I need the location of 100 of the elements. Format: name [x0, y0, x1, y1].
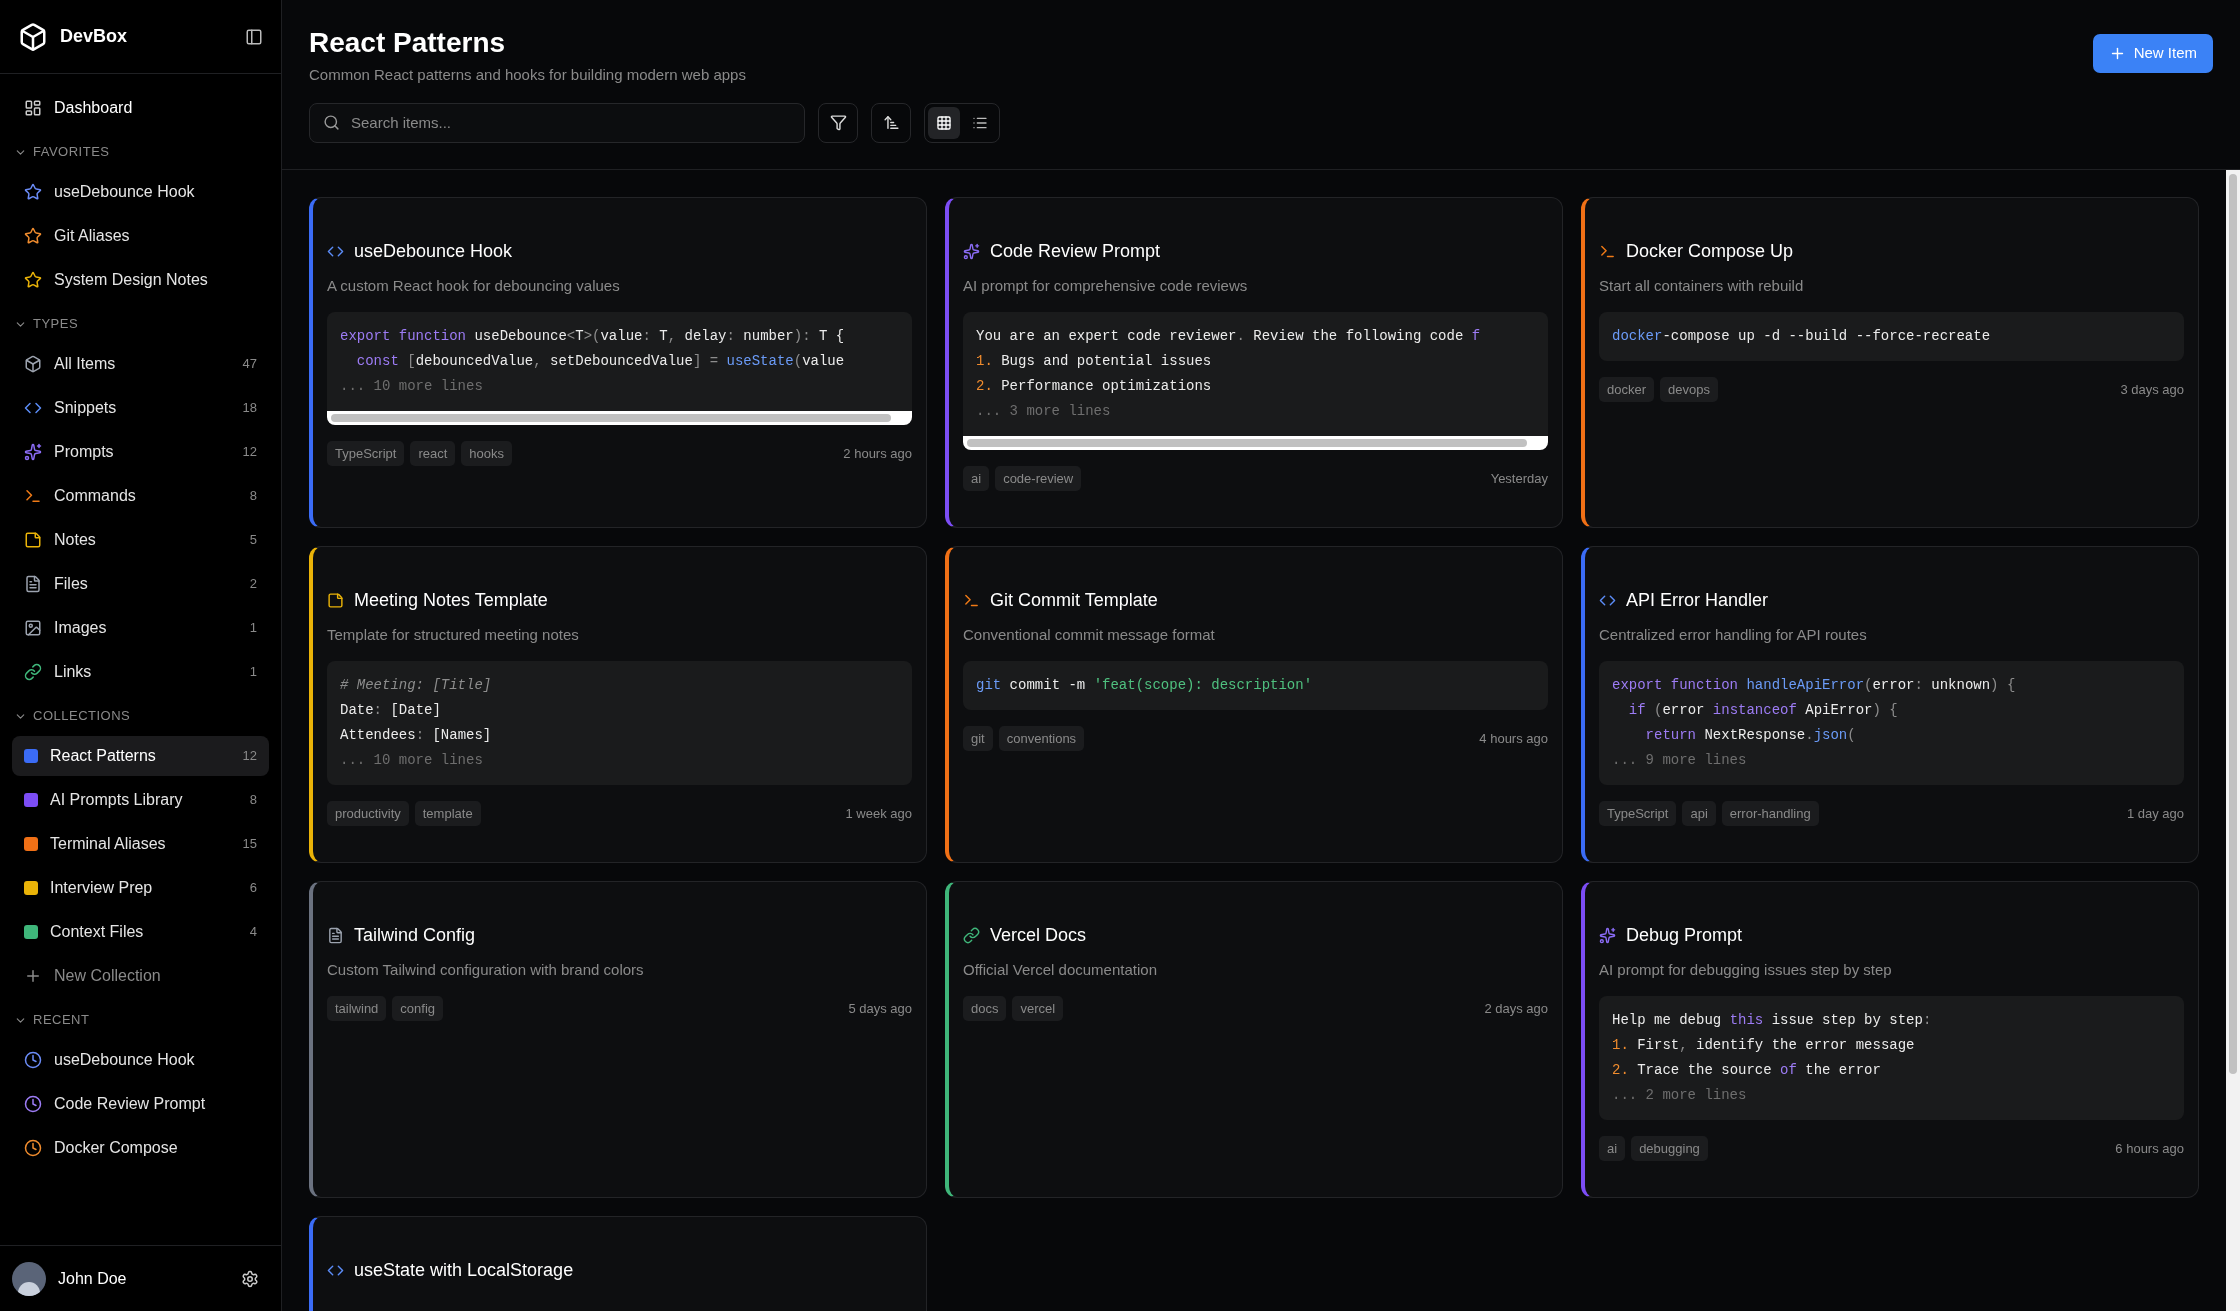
scrollbar[interactable]: [2226, 170, 2240, 1311]
sidebar-item[interactable]: All Items 47: [12, 344, 269, 384]
timestamp: 6 hours ago: [2115, 1139, 2184, 1158]
new-item-button[interactable]: New Item: [2092, 34, 2213, 73]
code-line: const [debouncedValue, setDebouncedValue] = useState(value: [355, 351, 846, 371]
filter-icon: [829, 114, 847, 131]
new-collection-button[interactable]: New Collection: [12, 956, 269, 996]
settings-icon[interactable]: [241, 1269, 259, 1288]
sidebar-item[interactable]: Dashboard: [12, 88, 269, 128]
code-line: Help me debug this issue step by step:: [1612, 1010, 1933, 1030]
tag[interactable]: git: [963, 725, 993, 751]
grid-view-button[interactable]: [928, 106, 960, 139]
section-header[interactable]: COLLECTIONS: [0, 696, 281, 736]
search-field[interactable]: Search items...: [309, 102, 805, 143]
card-description: Centralized error handling for API routes: [1599, 625, 1868, 645]
tag[interactable]: devops: [1660, 376, 1718, 402]
sidebar-item[interactable]: Snippets 18: [12, 388, 269, 428]
sidebar-item[interactable]: Git Aliases: [12, 216, 269, 256]
item-card[interactable]: Git Commit Template Conventional commit message format git commit -m 'feat(scope): description' git conventions 4 hours ago: [945, 546, 1563, 863]
sort-button[interactable]: [871, 102, 911, 143]
card-description: Conventional commit message format: [963, 625, 1216, 645]
card-title: Docker Compose Up: [1626, 240, 1794, 263]
tag[interactable]: TypeScript: [1599, 800, 1677, 826]
code-line: Date: [Date]: [340, 700, 442, 720]
tag[interactable]: tailwind: [327, 995, 387, 1021]
item-card[interactable]: Tailwind Config Custom Tailwind configuration with brand colors tailwind config 5 days ago: [309, 881, 927, 1198]
section-header[interactable]: RECENT: [0, 1000, 281, 1040]
sidebar-item[interactable]: useDebounce Hook: [12, 172, 269, 212]
terminal-icon: [24, 487, 42, 505]
tag[interactable]: TypeScript: [327, 440, 405, 466]
section-title: FAVORITES: [33, 143, 110, 162]
sidebar-item[interactable]: Images 1: [12, 608, 269, 648]
filter-button[interactable]: [818, 102, 858, 143]
sidebar-item[interactable]: useDebounce Hook: [12, 1040, 269, 1080]
item-count: 12: [242, 443, 257, 462]
item-count: 1: [249, 619, 257, 638]
card-description: A custom React hook for debouncing values: [327, 276, 621, 296]
avatar[interactable]: [12, 1261, 46, 1296]
tag[interactable]: error-handling: [1721, 800, 1819, 826]
section-header[interactable]: TYPES: [0, 304, 281, 344]
item-card[interactable]: [309, 197, 927, 528]
item-card[interactable]: Docker Compose Up Start all containers with rebuild docker-compose up -d --build --force-recreate docker devops 3 days ago: [1581, 197, 2199, 528]
tag[interactable]: config: [392, 995, 444, 1021]
terminal-icon: [1599, 243, 1616, 260]
image-icon: [24, 619, 42, 637]
code-line: return NextResponse.json(: [1644, 725, 1857, 745]
sidebar-item[interactable]: System Design Notes: [12, 260, 269, 300]
tag[interactable]: code-review: [995, 465, 1082, 491]
tag[interactable]: template: [414, 800, 481, 826]
file-icon: [327, 927, 344, 944]
search-icon: [323, 113, 340, 131]
card-description: Start all containers with rebuild: [1599, 276, 1805, 296]
tag[interactable]: docker: [1599, 376, 1655, 402]
item-card[interactable]: useState with LocalStorage: [309, 1216, 927, 1311]
collapse-sidebar-icon[interactable]: [245, 27, 263, 46]
sidebar-item[interactable]: Terminal Aliases 15: [12, 824, 269, 864]
card-title: useState with LocalStorage: [354, 1259, 574, 1282]
sidebar-item[interactable]: Files 2: [12, 564, 269, 604]
tag[interactable]: conventions: [998, 725, 1085, 751]
card-description: AI prompt for debugging issues step by step: [1599, 960, 1893, 980]
code-line: export function handleApiError(error: unknown) {: [1612, 675, 2017, 695]
item-card[interactable]: Vercel Docs Official Vercel documentation docs vercel 2 days ago: [945, 881, 1563, 1198]
tag[interactable]: docs: [963, 995, 1007, 1021]
sidebar-item[interactable]: Code Review Prompt: [12, 1084, 269, 1124]
tag[interactable]: api: [1682, 800, 1716, 826]
horizontal-scrollbar[interactable]: [327, 410, 912, 425]
sidebar-item[interactable]: Prompts 12: [12, 432, 269, 472]
tag[interactable]: debugging: [1631, 1135, 1708, 1161]
sidebar-item[interactable]: Commands 8: [12, 476, 269, 516]
sidebar-item[interactable]: React Patterns 12: [12, 736, 269, 776]
item-count: 6: [249, 879, 257, 898]
sidebar-item[interactable]: Docker Compose: [12, 1128, 269, 1168]
tag[interactable]: ai: [963, 465, 990, 491]
item-card[interactable]: Meeting Notes Template Template for structured meeting notes # Meeting: [Title] Date: [Date] Attendees: [Names] ... 10 more lines productivity template 1 week ago: [309, 546, 927, 863]
cube-icon: [18, 21, 48, 52]
timestamp: 1 day ago: [2126, 804, 2184, 823]
card-title: Tailwind Config: [354, 924, 476, 947]
section-header[interactable]: FAVORITES: [0, 132, 281, 172]
code-line: 1. First, identify the error message: [1612, 1035, 1916, 1055]
horizontal-scrollbar[interactable]: [963, 435, 1548, 450]
cube-icon: [24, 355, 42, 373]
more-lines-note: ... 3 more lines: [976, 401, 1112, 421]
sidebar-item[interactable]: AI Prompts Library 8: [12, 780, 269, 820]
tag[interactable]: ai: [1599, 1135, 1626, 1161]
sparkles-icon: [24, 443, 42, 461]
timestamp: 3 days ago: [2120, 380, 2184, 399]
sidebar-item[interactable]: Context Files 4: [12, 912, 269, 952]
sidebar-item[interactable]: Notes 5: [12, 520, 269, 560]
item-card[interactable]: [945, 197, 1563, 528]
card-title: Vercel Docs: [990, 924, 1087, 947]
sidebar-item[interactable]: Links 1: [12, 652, 269, 692]
tag[interactable]: vercel: [1012, 995, 1064, 1021]
card-title: Code Review Prompt: [990, 240, 1161, 263]
tag[interactable]: hooks: [461, 440, 513, 466]
dashboard-icon: [24, 99, 42, 117]
tag[interactable]: productivity: [327, 800, 409, 826]
more-lines-note: ... 10 more lines: [340, 376, 484, 396]
tag[interactable]: react: [410, 440, 456, 466]
sidebar-item[interactable]: Interview Prep 6: [12, 868, 269, 908]
section-title: COLLECTIONS: [33, 707, 131, 726]
